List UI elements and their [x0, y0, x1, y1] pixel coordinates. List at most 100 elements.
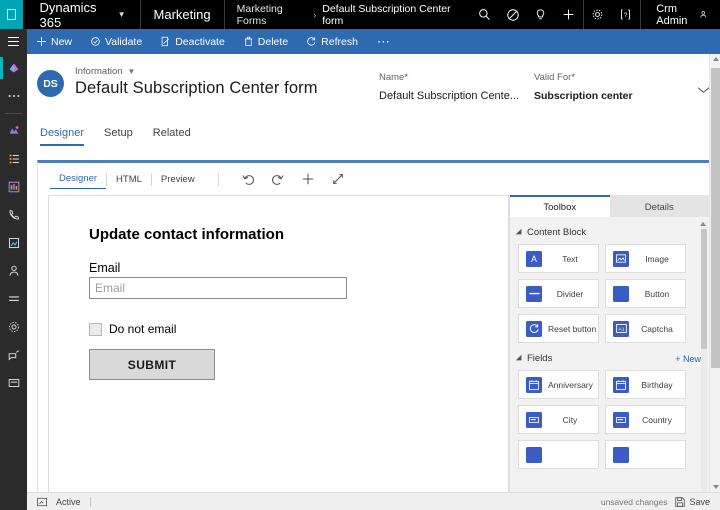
toolbox-tile-divider[interactable]: Divider: [518, 279, 599, 308]
tab-related[interactable]: Related: [153, 127, 191, 146]
do-not-email-checkbox[interactable]: [89, 323, 102, 336]
toolbox-tile-image[interactable]: Image: [605, 244, 686, 273]
settings-icon[interactable]: [584, 0, 612, 29]
page-scrollbar-thumb[interactable]: [711, 68, 720, 368]
trash-icon: [243, 36, 254, 47]
toolbox-tile-city[interactable]: City: [518, 405, 599, 434]
redo-icon[interactable]: [263, 168, 293, 190]
deactivate-button[interactable]: Deactivate: [151, 29, 234, 54]
sidebar-item-pinned[interactable]: [0, 145, 27, 173]
toolbox-tile-reset-button[interactable]: Reset button: [518, 314, 599, 343]
record-title-block: Information ▼ Default Subscription Cente…: [75, 66, 318, 98]
designer-mode-html[interactable]: HTML: [107, 169, 151, 189]
submit-button[interactable]: SUBMIT: [89, 349, 215, 380]
section-header-fields[interactable]: Fields + New: [518, 353, 701, 364]
fullscreen-icon[interactable]: [323, 168, 353, 190]
refresh-button[interactable]: Refresh: [297, 29, 367, 54]
breadcrumb-current: Default Subscription Center form: [322, 3, 459, 27]
sidebar-item-site-map[interactable]: [0, 54, 27, 82]
validate-button[interactable]: Validate: [81, 29, 151, 54]
add-element-icon[interactable]: [293, 168, 323, 190]
sidebar-item-dashboard[interactable]: [0, 173, 27, 201]
toolbox-scroll-area: Content Block A Text Image: [510, 217, 709, 492]
divider: [5, 113, 22, 114]
avatar: DS: [37, 70, 64, 97]
toolbox-tabs: Toolbox Details: [510, 195, 709, 217]
more-icon: [7, 93, 21, 99]
settings-gear-icon: [7, 320, 21, 334]
tab-toolbox[interactable]: Toolbox: [510, 195, 610, 217]
textfield-icon: [526, 412, 542, 428]
designer-mode-designer[interactable]: Designer: [50, 169, 106, 189]
sidebar-item-settings[interactable]: [0, 313, 27, 341]
undo-icon[interactable]: [233, 168, 263, 190]
sidebar-item-contacts[interactable]: [0, 257, 27, 285]
avatar-person-icon: [699, 8, 708, 21]
toolbox-scrollbar-thumb[interactable]: [701, 229, 707, 349]
toolbox-tile-partial[interactable]: [605, 440, 686, 469]
form-selector-label: Information: [75, 66, 123, 77]
toolbox-tile-birthday[interactable]: Birthday: [605, 370, 686, 399]
sidebar-item-activity[interactable]: [0, 229, 27, 257]
save-button[interactable]: Save: [675, 497, 710, 507]
help-icon[interactable]: ?: [612, 0, 640, 29]
valid-for-label-text: Valid For: [534, 72, 571, 83]
sidebar-item-marketing-email[interactable]: [0, 341, 27, 369]
scroll-up-arrow-icon[interactable]: [700, 222, 706, 226]
site-map-toggle-button[interactable]: [0, 29, 27, 54]
toolbox-tile-text[interactable]: A Text: [518, 244, 599, 273]
toolbox-tile-country[interactable]: Country: [605, 405, 686, 434]
new-field-link[interactable]: + New: [675, 354, 701, 364]
form-heading[interactable]: Update contact information: [89, 226, 468, 243]
record-status-icon: [37, 497, 47, 507]
dynamics-brand-button[interactable]: Dynamics 365 ▼: [23, 0, 140, 29]
tile-label: Country: [635, 415, 685, 425]
sidebar-item-recent[interactable]: [0, 117, 27, 145]
tab-designer[interactable]: Designer: [40, 127, 84, 146]
required-asterisk: *: [404, 72, 408, 82]
scroll-up-arrow-icon[interactable]: [713, 57, 719, 61]
sidebar-item-segments[interactable]: [0, 285, 27, 313]
toolbox-tile-partial[interactable]: [518, 440, 599, 469]
command-overflow-button[interactable]: ⋯: [367, 34, 401, 50]
quick-create-icon[interactable]: [555, 0, 583, 29]
sidebar-item-forms[interactable]: [0, 369, 27, 397]
toolbox-tile-anniversary[interactable]: Anniversary: [518, 370, 599, 399]
valid-for-field-value[interactable]: Subscription center: [534, 90, 689, 102]
sidebar-item-more[interactable]: [0, 82, 27, 110]
divider: [90, 497, 91, 507]
form-canvas[interactable]: Update contact information Email Email D…: [48, 195, 509, 492]
do-not-email-row[interactable]: Do not email: [89, 322, 468, 336]
tile-label: Anniversary: [548, 380, 598, 390]
save-icon: [675, 497, 685, 507]
user-menu[interactable]: Crm Admin: [640, 0, 720, 29]
form-selector[interactable]: Information ▼: [75, 66, 318, 77]
email-input[interactable]: Email: [89, 277, 347, 299]
assistant-icon[interactable]: [499, 0, 527, 29]
toolbox-panel: Toolbox Details Content Block A Text: [509, 195, 709, 492]
toolbox-tile-captcha[interactable]: A1 Captcha: [605, 314, 686, 343]
page-scrollbar[interactable]: [709, 54, 720, 492]
designer-mode-preview[interactable]: Preview: [152, 169, 204, 189]
app-launcher-button[interactable]: [0, 0, 23, 29]
tile-label: Captcha: [635, 324, 685, 334]
section-header-content-block[interactable]: Content Block: [518, 227, 701, 238]
textfield-icon: [613, 412, 629, 428]
insights-icon[interactable]: [527, 0, 555, 29]
new-button[interactable]: New: [27, 29, 81, 54]
sidebar-item-phone[interactable]: [0, 201, 27, 229]
header-field-name: Name* Default Subscription Cente...: [379, 72, 534, 102]
fields-tiles: Anniversary Birthday: [518, 370, 701, 469]
activity-icon: [7, 236, 21, 250]
toolbox-tile-button[interactable]: Button: [605, 279, 686, 308]
deactivate-icon: [160, 36, 171, 47]
tab-setup[interactable]: Setup: [104, 127, 133, 146]
search-icon[interactable]: [471, 0, 499, 29]
tab-details[interactable]: Details: [610, 195, 710, 217]
name-field-value[interactable]: Default Subscription Cente...: [379, 90, 534, 102]
record-header: DS Information ▼ Default Subscription Ce…: [27, 54, 720, 120]
scroll-down-arrow-icon[interactable]: [713, 485, 719, 489]
delete-button[interactable]: Delete: [234, 29, 297, 54]
breadcrumb-parent[interactable]: Marketing Forms: [237, 3, 308, 27]
reset-icon: [526, 321, 542, 337]
